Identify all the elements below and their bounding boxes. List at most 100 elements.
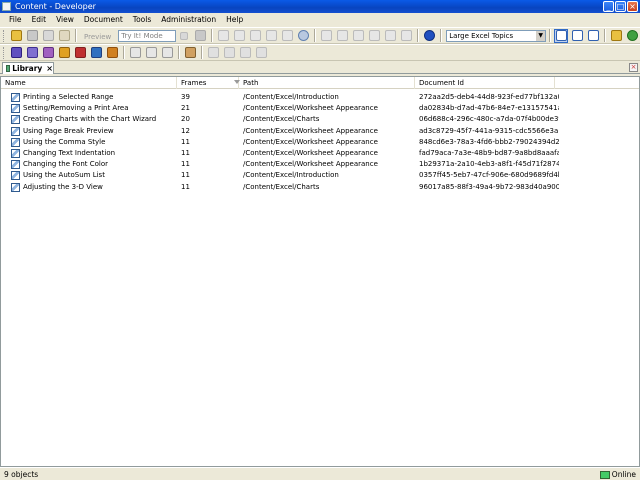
menu-view[interactable]: View	[51, 13, 79, 26]
link-icon[interactable]	[128, 46, 142, 60]
module-icon[interactable]	[9, 46, 23, 60]
layout-2-icon[interactable]	[570, 29, 584, 43]
column-header-path[interactable]: Path	[239, 77, 415, 89]
table-row[interactable]: Creating Charts with the Chart Wizard 20 /…	[1, 114, 639, 125]
cell-path: /Content/Excel/Charts	[243, 182, 320, 191]
chevron-down-icon[interactable]: ▼	[536, 30, 546, 41]
mode-icon[interactable]	[57, 29, 71, 43]
table-row[interactable]: Printing a Selected Range 39/Content/Exce…	[1, 92, 639, 103]
topic-icon[interactable]	[41, 46, 55, 60]
toolbar-separator	[604, 29, 606, 42]
undo-icon[interactable]	[319, 29, 333, 43]
new-icon[interactable]	[9, 29, 23, 43]
menu-document[interactable]: Document	[79, 13, 128, 26]
table-row[interactable]: Changing Text Indentation 11/Content/Exce…	[1, 148, 639, 159]
attach-icon[interactable]	[144, 46, 158, 60]
help-topic-icon[interactable]	[160, 46, 174, 60]
menu-edit[interactable]: Edit	[27, 13, 52, 26]
topic-document-icon	[11, 182, 20, 192]
redo-icon[interactable]	[335, 29, 349, 43]
cell-path: /Content/Excel/Worksheet Appearance	[243, 149, 378, 157]
topics-combo[interactable]: Large Excel Topics ▼	[446, 29, 547, 42]
status-bar: 9 objects Online	[0, 467, 640, 480]
section-icon[interactable]	[25, 46, 39, 60]
mode-dropdown-icon[interactable]	[177, 29, 191, 43]
binoculars-icon[interactable]	[383, 29, 397, 43]
cell-path: /Content/Excel/Worksheet Appearance	[243, 160, 378, 169]
column-header-name[interactable]: Name	[1, 77, 177, 89]
layout-3-icon[interactable]	[586, 29, 600, 43]
check-in-icon[interactable]	[206, 46, 220, 60]
cell-frames: 11	[181, 160, 190, 169]
paste-icon[interactable]	[248, 29, 262, 43]
pane-close-icon[interactable]: ×	[629, 63, 638, 72]
table-row[interactable]: Setting/Removing a Print Area 21/Content/…	[1, 103, 639, 114]
toolbar-separator	[201, 46, 202, 59]
table-row[interactable]: Adjusting the 3-D View 11/Content/Excel/C…	[1, 182, 639, 193]
menu-file[interactable]: File	[4, 13, 27, 26]
layout-1-icon[interactable]	[554, 28, 569, 43]
lock-icon[interactable]	[238, 46, 252, 60]
toolbar-separator	[314, 29, 316, 42]
cell-document-id: 272aa2d5-deb4-44d8-923f-ed77bf132a00	[419, 93, 559, 101]
mode-select[interactable]: Try It! Mode	[118, 29, 177, 42]
topic-document-icon	[11, 171, 20, 181]
table-row[interactable]: Using the AutoSum List 11/Content/Excel/I…	[1, 170, 639, 181]
stop-icon[interactable]	[193, 29, 207, 43]
preview-button[interactable]: Preview	[79, 30, 116, 42]
history-icon[interactable]	[254, 46, 268, 60]
window-title: Content - Developer	[15, 2, 96, 11]
tab-library[interactable]: Library ×	[2, 62, 54, 74]
close-icon[interactable]: ×	[46, 64, 53, 73]
refresh-icon[interactable]	[625, 29, 639, 43]
menu-tools[interactable]: Tools	[128, 13, 156, 26]
package-icon[interactable]	[73, 46, 87, 60]
menu-help[interactable]: Help	[221, 13, 248, 26]
cell-path: /Content/Excel/Charts	[243, 115, 320, 124]
help-icon[interactable]	[422, 29, 436, 43]
minimize-icon[interactable]: _	[603, 1, 614, 12]
title-bar[interactable]: Content - Developer _ □ ×	[0, 0, 640, 13]
table-row[interactable]: Using Page Break Preview 12/Content/Excel…	[1, 126, 639, 137]
cell-name: Setting/Removing a Print Area	[23, 104, 129, 113]
app-window: Content - Developer _ □ × File Edit View…	[0, 0, 640, 480]
cell-frames: 20	[181, 115, 190, 124]
cell-frames: 12	[181, 126, 190, 135]
save-icon[interactable]	[25, 29, 39, 43]
toolbar-grip[interactable]	[3, 46, 6, 59]
cut-icon[interactable]	[216, 29, 230, 43]
glossary-icon[interactable]	[89, 46, 103, 60]
spell-icon[interactable]	[399, 29, 413, 43]
grid-header: Name Frames Path Document Id	[1, 77, 639, 89]
cell-frames: 11	[181, 137, 190, 146]
toolbar-grip[interactable]	[3, 29, 6, 42]
export-icon[interactable]	[609, 29, 623, 43]
properties-icon[interactable]	[280, 29, 294, 43]
table-row[interactable]: Changing the Font Color 11/Content/Excel/…	[1, 159, 639, 170]
menu-administration[interactable]: Administration	[156, 13, 221, 26]
cell-document-id: 1b29371a-2a10-4eb3-a8f1-f45d71f28744	[419, 160, 559, 169]
cell-frames: 11	[181, 182, 190, 191]
close-icon[interactable]: ×	[627, 1, 638, 12]
cell-path: /Content/Excel/Worksheet Appearance	[243, 137, 378, 146]
table-row[interactable]: Using the Comma Style 11/Content/Excel/Wo…	[1, 137, 639, 148]
insert-icon[interactable]	[351, 29, 365, 43]
cell-frames: 11	[181, 171, 190, 180]
cell-path: /Content/Excel/Worksheet Appearance	[243, 126, 378, 135]
check-out-icon[interactable]	[222, 46, 236, 60]
delete-icon[interactable]	[264, 29, 278, 43]
remove-icon[interactable]	[367, 29, 381, 43]
role-icon[interactable]	[105, 46, 119, 60]
maximize-icon[interactable]: □	[615, 1, 626, 12]
find-icon[interactable]	[296, 29, 310, 43]
edit-icon[interactable]	[183, 46, 197, 60]
column-header-frames[interactable]: Frames	[177, 77, 239, 89]
tab-library-label: Library	[12, 64, 43, 73]
print-icon[interactable]	[41, 29, 55, 43]
copy-icon[interactable]	[232, 29, 246, 43]
cell-path: /Content/Excel/Introduction	[243, 93, 339, 101]
cell-name: Creating Charts with the Chart Wizard	[23, 115, 157, 124]
toolbar-separator	[440, 29, 442, 42]
web-page-icon[interactable]	[57, 46, 71, 60]
column-header-document-id[interactable]: Document Id	[415, 77, 555, 89]
